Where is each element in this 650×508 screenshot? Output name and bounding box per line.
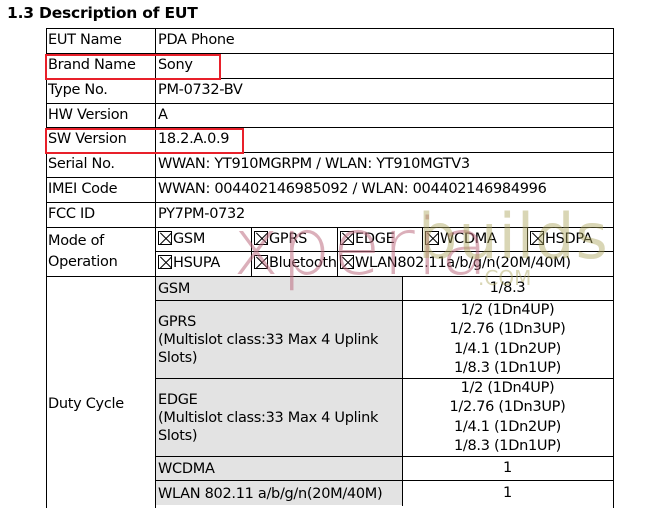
duty-value: 1/2.76 (1Dn3UP) — [449, 399, 566, 416]
mode-option-label: WLAN802.11a/b/g/n(20M/40M) — [355, 255, 571, 271]
checked-box-icon[interactable] — [254, 231, 268, 245]
cell-divider — [337, 251, 338, 276]
row-divider — [46, 227, 614, 228]
row-label: HW Version — [48, 107, 129, 123]
duty-row-divider — [155, 456, 613, 457]
mode-option-label: HSUPA — [173, 255, 220, 271]
row-label: Serial No. — [48, 156, 115, 172]
table-left-border — [46, 28, 47, 508]
row-value: PM-0732-BV — [158, 82, 243, 98]
duty-value: 1/4.1 (1Dn2UP) — [453, 340, 562, 357]
column-divider — [155, 28, 156, 508]
row-value: PDA Phone — [158, 32, 235, 48]
row-value: PY7PM-0732 — [158, 206, 245, 222]
row-divider — [46, 103, 614, 104]
checked-box-icon[interactable] — [158, 231, 172, 245]
duty-value: 1/2 (1Dn4UP) — [460, 380, 555, 396]
duty-value: 1/8.3 (1Dn1UP) — [453, 359, 562, 376]
cell-divider — [337, 227, 338, 251]
duty-value: 1/4.1 (1Dn2UP) — [453, 418, 562, 435]
duty-value: 1/2.76 (1Dn3UP) — [449, 321, 566, 338]
checked-box-icon[interactable] — [340, 231, 354, 245]
duty-value: 1 — [503, 485, 512, 501]
mode-option-label: WCDMA — [440, 231, 497, 247]
row-divider — [46, 28, 614, 29]
duty-mode-text: GSM — [158, 281, 191, 297]
mode-row-divider — [155, 251, 613, 252]
cell-divider — [251, 227, 252, 251]
row-label: IMEI Code — [48, 181, 118, 197]
checked-box-icon[interactable] — [254, 255, 268, 269]
row-label: EUT Name — [48, 32, 122, 48]
highlight-box — [45, 128, 244, 154]
duty-row-divider — [155, 300, 613, 301]
row-value: WWAN: 004402146985092 / WLAN: 0044021469… — [158, 181, 547, 197]
duty-value: 1/8.3 — [489, 280, 526, 296]
duty-column-divider — [402, 276, 403, 506]
duty-row-divider — [155, 378, 613, 379]
mode-option: GPRS — [254, 230, 307, 248]
row-divider — [46, 177, 614, 178]
mode-option: HSUPA — [158, 254, 220, 272]
duty-mode-text: WLAN 802.11 a/b/g/n(20M/40M) — [158, 486, 383, 502]
row-value: A — [158, 107, 168, 123]
mode-option-label: EDGE — [355, 231, 395, 247]
duty-mode-text: (Multislot class:33 Max 4 Uplink — [158, 410, 379, 426]
duty-mode-text: EDGE — [158, 392, 198, 408]
duty-row-divider — [155, 480, 613, 481]
cell-divider — [422, 227, 423, 251]
row-label: FCC ID — [48, 206, 95, 222]
checked-box-icon[interactable] — [425, 231, 439, 245]
duty-mode-text: Slots) — [158, 350, 198, 366]
highlight-box — [45, 54, 221, 80]
cell-divider — [527, 227, 528, 251]
duty-cycle-label: Duty Cycle — [48, 396, 124, 412]
mode-option: EDGE — [340, 230, 395, 248]
row-value: WWAN: YT910MGRPM / WLAN: YT910MGTV3 — [158, 156, 470, 172]
checked-box-icon[interactable] — [340, 255, 354, 269]
duty-value: 1 — [503, 460, 512, 476]
mode-option-label: Bluetooth — [269, 255, 337, 271]
duty-value: 1/8.3 (1Dn1UP) — [453, 437, 562, 454]
duty-mode-text: WCDMA — [158, 461, 215, 477]
duty-mode-text: GPRS — [158, 314, 197, 330]
mode-option-label: HSDPA — [545, 231, 593, 247]
table-right-border — [613, 28, 614, 508]
mode-option: GSM — [158, 230, 205, 248]
row-label: Type No. — [48, 82, 108, 98]
cell-divider — [251, 251, 252, 276]
mode-option: Bluetooth — [254, 254, 337, 272]
mode-option-label: GSM — [173, 231, 206, 247]
mode-option: HSDPA — [530, 230, 593, 248]
checked-box-icon[interactable] — [530, 231, 544, 245]
mode-option-label: GPRS — [269, 231, 308, 247]
duty-value: 1/2 (1Dn4UP) — [460, 302, 555, 318]
mode-label-line2: Operation — [48, 254, 118, 270]
mode-option: WCDMA — [425, 230, 497, 248]
duty-mode-text: (Multislot class:33 Max 4 Uplink — [158, 332, 379, 348]
section-heading: 1.3 Description of EUT — [7, 4, 198, 22]
mode-option: WLAN802.11a/b/g/n(20M/40M) — [340, 254, 571, 272]
mode-label-line1: Mode of — [48, 233, 104, 249]
duty-mode-text: Slots) — [158, 428, 198, 444]
row-divider — [46, 202, 614, 203]
row-divider — [46, 276, 614, 277]
checked-box-icon[interactable] — [158, 255, 172, 269]
